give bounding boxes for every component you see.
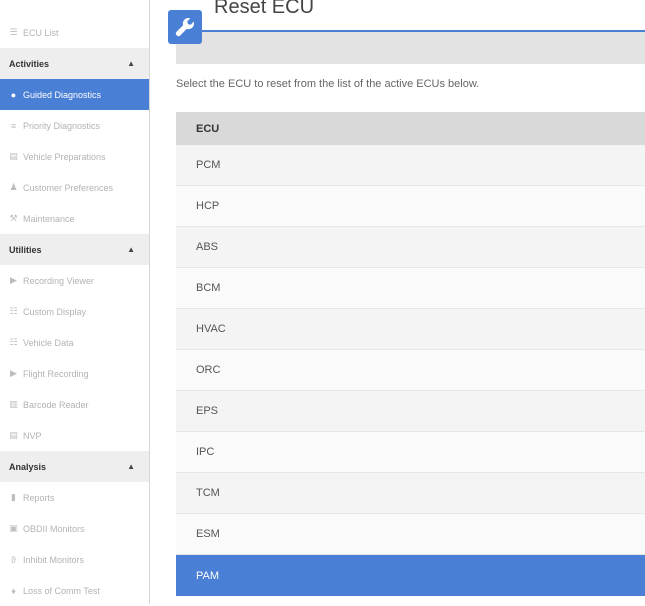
sidebar-item-label: Flight Recording [23,368,89,379]
sidebar-item-customer-preferences[interactable]: ♟ Customer Preferences [0,172,149,203]
sidebar-item-label: Custom Display [23,306,87,317]
sidebar-item-priority-diagnostics[interactable]: ≡ Priority Diagnostics [0,110,149,141]
sidebar-item-vehicle-data[interactable]: ☷ Vehicle Data [0,327,149,358]
table-row[interactable]: BCM [176,268,645,309]
table-column-header: ECU [176,112,645,145]
table-row[interactable]: TCM [176,473,645,514]
sidebar-item-label: Barcode Reader [23,399,89,410]
sidebar-item-reports[interactable]: ▮ Reports [0,482,149,513]
table-row[interactable]: HVAC [176,309,645,350]
person-icon: ♟ [9,182,18,192]
table-row[interactable]: IPC [176,432,645,473]
document-icon: ▤ [9,151,18,161]
ecu-name: IPC [196,446,215,458]
section-title: Analysis [9,461,47,472]
sidebar-item-label: Loss of Comm Test [23,585,100,596]
ecu-name: ABS [196,241,219,253]
document-icon: ▮ [11,492,16,502]
header-underline [202,30,645,32]
sidebar-section-utilities[interactable]: Utilities ▲ [0,234,149,265]
play-icon: ▶ [10,275,17,285]
ecu-name: HCP [196,200,220,212]
sidebar-item-vehicle-preparations[interactable]: ▤ Vehicle Preparations [0,141,149,172]
table-row[interactable]: PCM [176,145,645,186]
header-bar [176,32,645,64]
wrench-icon: ⚒ [9,213,18,223]
table-row[interactable]: ORC [176,350,645,391]
sidebar-item-label: Vehicle Data [23,337,74,348]
sidebar-section-activities[interactable]: Activities ▲ [0,48,149,79]
pin-icon: ♦ [11,585,16,596]
sidebar-section-analysis[interactable]: Analysis ▲ [0,451,149,482]
gauge-icon: ϑ [11,554,16,565]
ecu-name: BCM [196,282,221,294]
sidebar-item-barcode-reader[interactable]: ▥ Barcode Reader [0,389,149,420]
sidebar-item-custom-display[interactable]: ☷ Custom Display [0,296,149,327]
table-row[interactable]: HCP [176,186,645,227]
grid-icon: ☷ [9,306,18,316]
grid-icon: ☷ [9,337,18,347]
monitor-icon: ▣ [9,523,18,533]
sidebar-item-maintenance[interactable]: ⚒ Maintenance [0,203,149,234]
sidebar-item-label: Maintenance [23,213,75,224]
sidebar-item-obdii-monitors[interactable]: ▣ OBDII Monitors [0,513,149,544]
sidebar-item-label: Customer Preferences [23,182,114,193]
instruction-text: Select the ECU to reset from the list of… [176,78,480,90]
sidebar: ☰ ECU List Activities ▲ ● Guided Diagnos… [0,0,150,604]
wrench-icon [168,10,202,44]
sidebar-item-loss-of-comm-test[interactable]: ♦ Loss of Comm Test [0,575,149,606]
table-row[interactable]: EPS [176,391,645,432]
collapse-caret-icon[interactable]: ▲ [127,245,135,254]
sidebar-item-recording-viewer[interactable]: ▶ Recording Viewer [0,265,149,296]
list-icon: ☰ [9,27,18,37]
sidebar-item-label: ECU List [23,27,59,38]
section-title: Activities [9,58,50,69]
sidebar-item-label: Inhibit Monitors [23,554,85,565]
collapse-caret-icon[interactable]: ▲ [127,59,135,68]
ecu-name: PAM [196,569,220,582]
document-icon: ▤ [9,430,18,440]
ecu-name: ORC [196,364,221,376]
ecu-name: HVAC [196,323,226,335]
barcode-icon: ▥ [9,399,18,409]
sidebar-item-guided-diagnostics[interactable]: ● Guided Diagnostics [0,79,149,110]
sidebar-item-inhibit-monitors[interactable]: ϑ Inhibit Monitors [0,544,149,575]
sidebar-item-nvp[interactable]: ▤ NVP [0,420,149,451]
sidebar-item-label: Guided Diagnostics [23,89,102,100]
section-title: Utilities [9,244,42,255]
sidebar-item-label: Vehicle Preparations [23,151,106,162]
ecu-name: EPS [196,405,219,417]
sidebar-item-label: OBDII Monitors [23,523,85,534]
ecu-name: TCM [196,487,220,499]
sidebar-item-label: Priority Diagnostics [23,120,101,131]
play-icon: ▶ [10,368,17,378]
check-circle-icon: ● [10,89,17,100]
sidebar-item-label: Reports [23,492,55,503]
page-title: Reset ECU [214,0,315,18]
table-row-selected[interactable]: PAM [176,555,645,596]
sidebar-item-label: NVP [23,430,42,441]
sidebar-item-ecu-list[interactable]: ☰ ECU List [0,17,149,48]
table-row[interactable]: ESM [176,514,645,555]
sidebar-item-flight-recording[interactable]: ▶ Flight Recording [0,358,149,389]
ecu-name: PCM [196,159,221,171]
sidebar-item-label: Recording Viewer [23,275,94,286]
list-icon: ≡ [10,120,17,131]
ecu-name: ESM [196,528,220,540]
table-row[interactable]: ABS [176,227,645,268]
collapse-caret-icon[interactable]: ▲ [127,462,135,471]
